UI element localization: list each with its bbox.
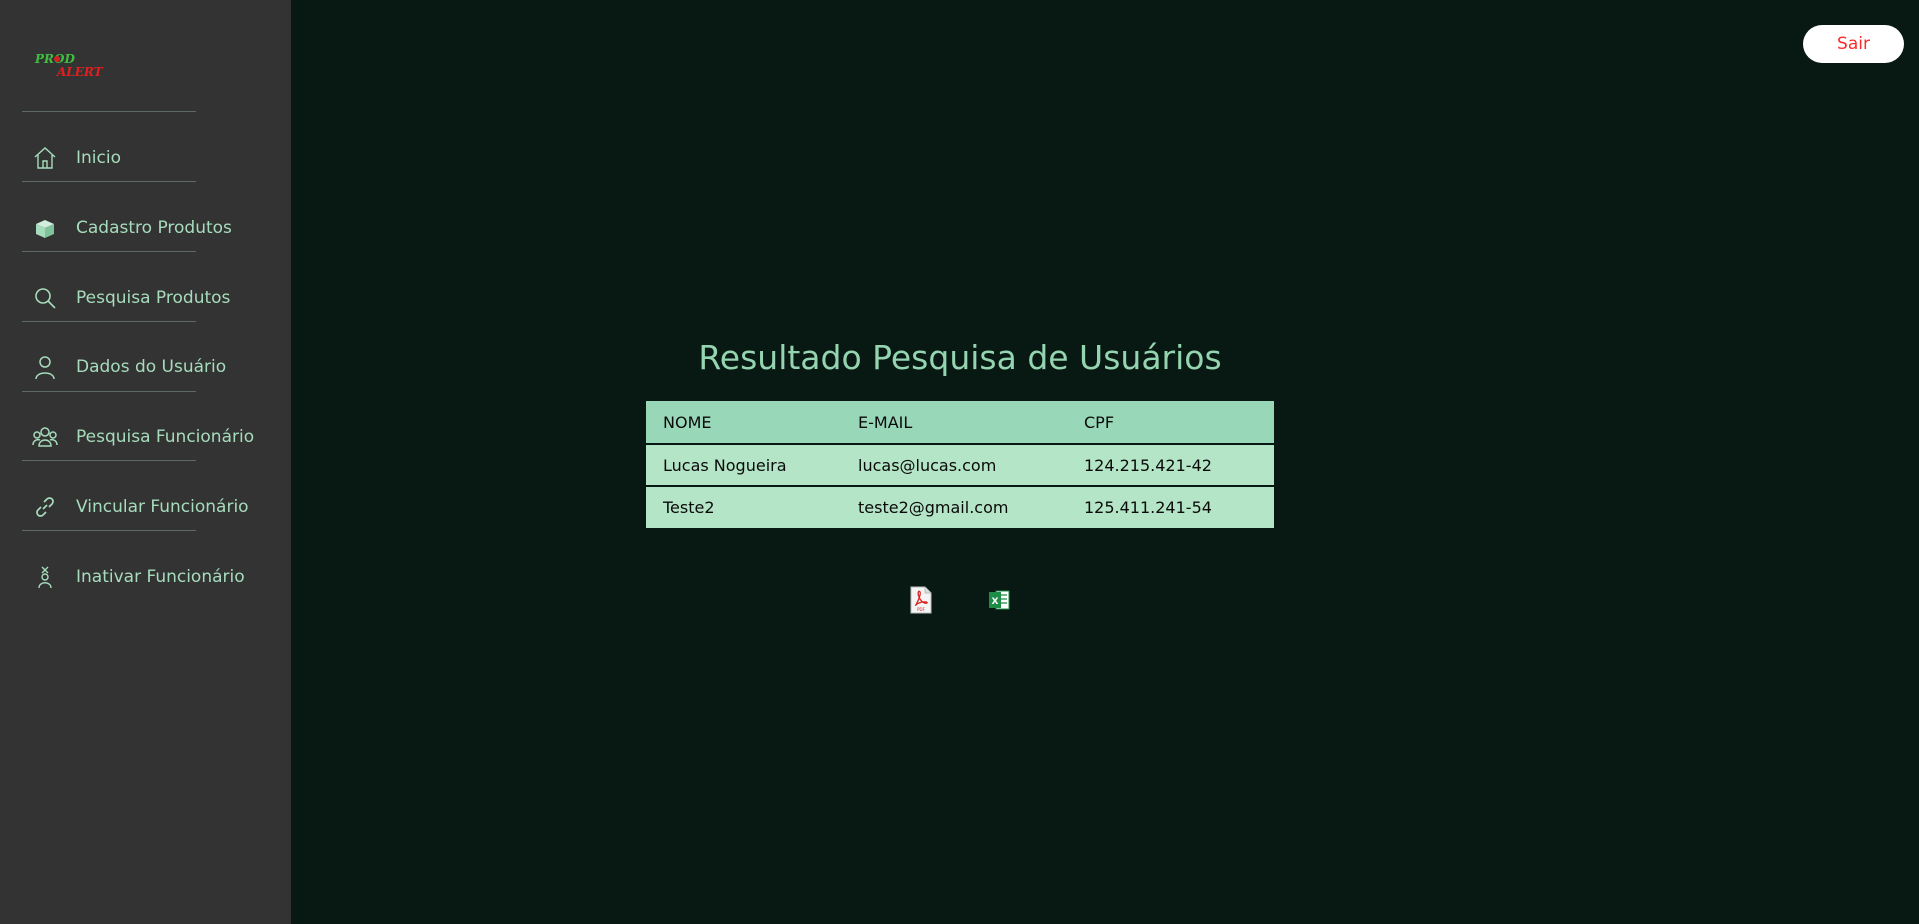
app-logo[interactable]: PROD ALERT [33, 50, 104, 80]
sidebar-item-label: Pesquisa Funcionário [76, 427, 255, 447]
nav-divider [22, 111, 196, 112]
box-icon [32, 215, 58, 241]
user-icon [32, 354, 58, 380]
sidebar-item-pesquisa-produtos[interactable]: Pesquisa Produtos [22, 273, 272, 323]
cell-email: lucas@lucas.com [858, 455, 997, 475]
table-row: Teste2 teste2@gmail.com 125.411.241-54 [646, 486, 1274, 528]
sidebar-item-label: Inicio [76, 148, 121, 168]
cell-cpf: 124.215.421-42 [1084, 455, 1212, 475]
sidebar-item-dados-usuario[interactable]: Dados do Usuário [22, 342, 272, 392]
sidebar-item-inicio[interactable]: Inicio [22, 133, 272, 183]
nav-divider [22, 460, 196, 461]
nav-divider [22, 251, 196, 252]
search-icon [32, 285, 58, 311]
link-icon [32, 494, 58, 520]
sidebar-item-label: Inativar Funcionário [76, 567, 245, 587]
sidebar-item-pesquisa-funcionario[interactable]: Pesquisa Funcionário [22, 412, 272, 462]
export-pdf-button[interactable]: PDF [909, 586, 933, 618]
table-row: Lucas Nogueira lucas@lucas.com 124.215.4… [646, 444, 1274, 486]
column-header-nome: NOME [663, 412, 712, 432]
nav-divider [22, 321, 196, 322]
cell-email: teste2@gmail.com [858, 498, 1009, 517]
nav-divider [22, 530, 196, 531]
pdf-icon: PDF [909, 586, 933, 618]
sidebar-item-label: Cadastro Produtos [76, 218, 232, 238]
svg-text:X: X [992, 597, 999, 607]
excel-icon: X [987, 588, 1011, 616]
column-header-cpf: CPF [1084, 412, 1115, 432]
home-icon [32, 145, 58, 171]
cell-cpf: 125.411.241-54 [1084, 498, 1212, 517]
sidebar-item-inativar-funcionario[interactable]: Inativar Funcionário [22, 552, 272, 602]
sidebar-item-cadastro-produtos[interactable]: Cadastro Produtos [22, 203, 272, 253]
group-icon [32, 424, 58, 450]
svg-text:PDF: PDF [917, 607, 925, 612]
nav-divider [22, 181, 196, 182]
cell-nome: Teste2 [663, 498, 715, 517]
svg-text:ALERT: ALERT [56, 65, 104, 79]
logout-button[interactable]: Sair [1803, 25, 1904, 63]
cell-nome: Lucas Nogueira [663, 455, 787, 475]
results-table: NOME E-MAIL CPF Lucas Nogueira lucas@luc… [646, 401, 1274, 528]
page-title: Resultado Pesquisa de Usuários [698, 338, 1222, 377]
sidebar-item-label: Vincular Funcionário [76, 497, 249, 517]
export-excel-button[interactable]: X [987, 588, 1011, 616]
column-header-email: E-MAIL [858, 412, 913, 432]
sidebar-item-vincular-funcionario[interactable]: Vincular Funcionário [22, 482, 272, 532]
sidebar: PROD ALERT Inicio Cadastro Produtos [0, 0, 291, 924]
person-x-icon [32, 564, 58, 590]
table-header-row: NOME E-MAIL CPF [646, 401, 1274, 444]
sidebar-item-label: Dados do Usuário [76, 357, 227, 377]
nav-divider [22, 391, 196, 392]
sidebar-item-label: Pesquisa Produtos [76, 288, 231, 308]
